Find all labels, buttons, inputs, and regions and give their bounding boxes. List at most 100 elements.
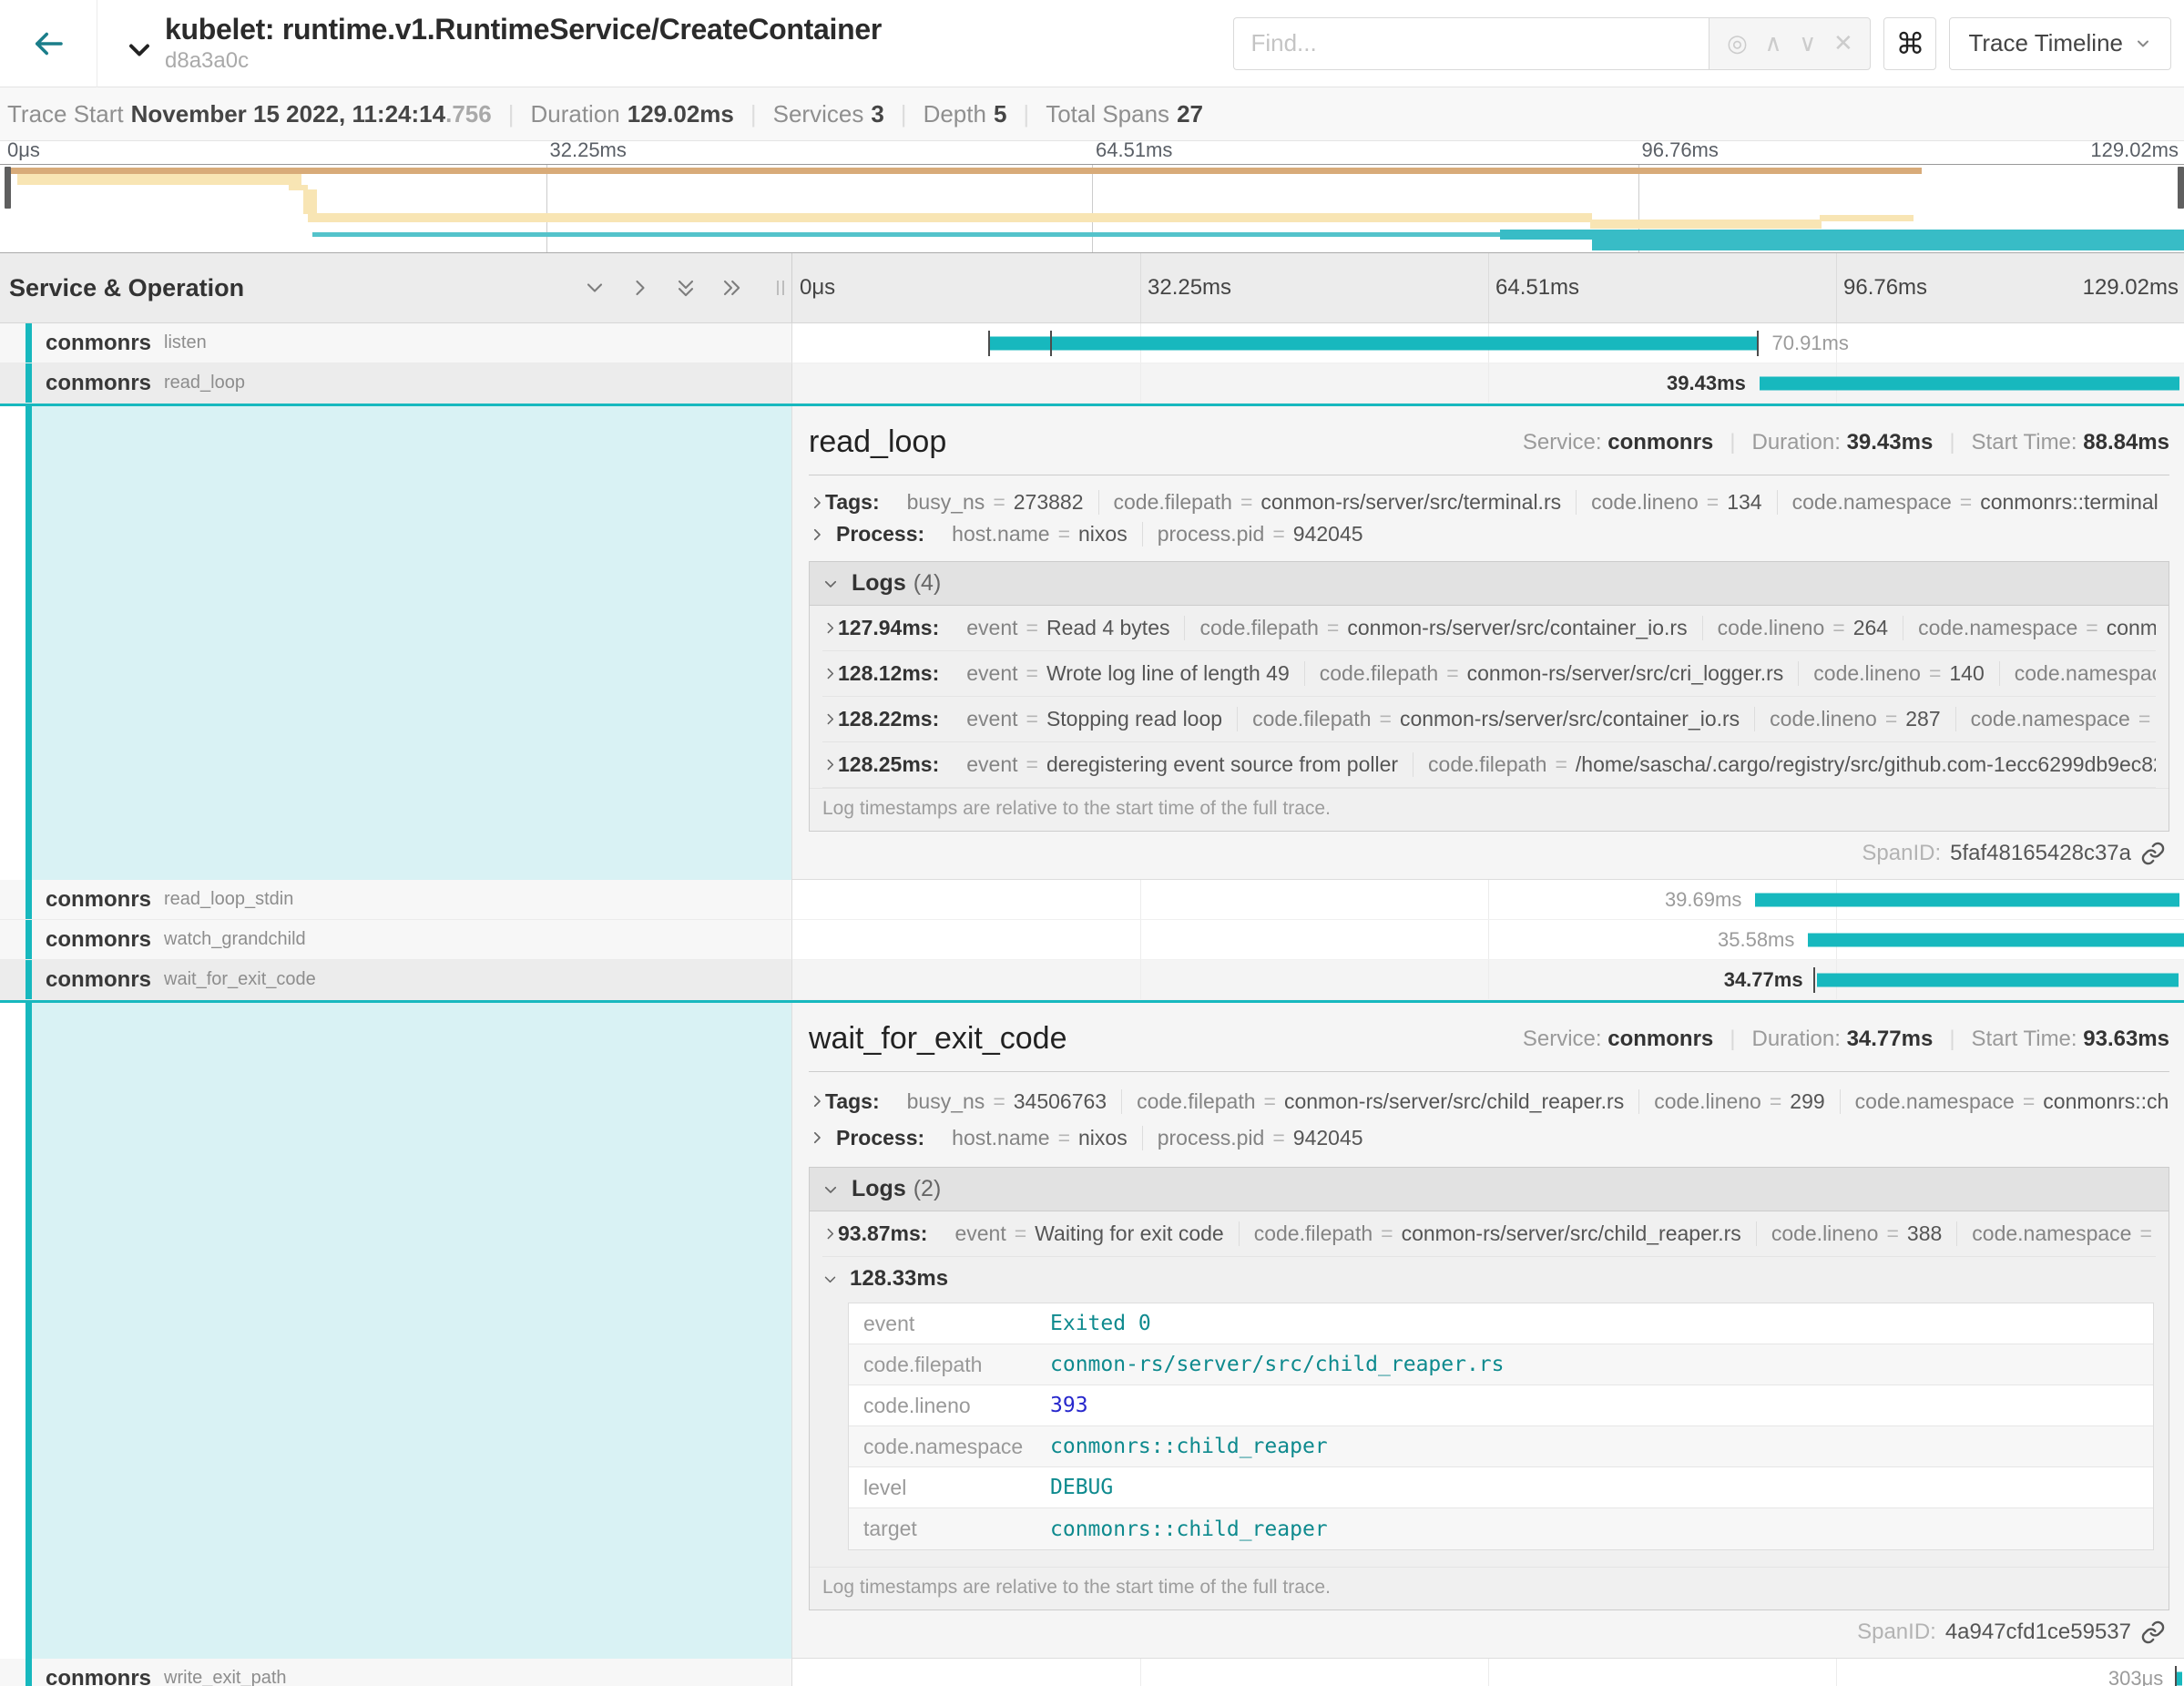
keyboard-shortcuts-button[interactable]: ⌘ [1883, 17, 1936, 70]
service-color-stripe [26, 880, 32, 919]
span-row-timeline: 39.69ms [792, 880, 2184, 920]
span-row-timeline: 70.91ms [792, 323, 2184, 363]
span-row-name: conmonrs write_exit_path [0, 1659, 792, 1686]
span-row-name: conmonrs read_loop [0, 363, 792, 404]
clear-icon[interactable]: ✕ [1833, 29, 1853, 57]
log-entry[interactable]: 128.22ms: eventStopping read loop code.f… [822, 697, 2156, 742]
trace-title: kubelet: runtime.v1.RuntimeService/Creat… [165, 13, 882, 46]
minimap-span-bar [17, 174, 301, 185]
span-row-name: conmonrs wait_for_exit_code [0, 960, 792, 1000]
span-row-name: conmonrs watch_grandchild [0, 920, 792, 960]
locate-icon[interactable]: ◎ [1727, 29, 1748, 57]
span-bar[interactable] [2177, 1671, 2182, 1685]
chevron-down-icon [2134, 35, 2152, 53]
span-detail-read-loop: read_loop Service: conmonrsDuration: 39.… [0, 406, 2184, 880]
axis-tick: 64.51ms [1495, 275, 1579, 301]
log-entry[interactable]: 128.25ms: eventderegistering event sourc… [822, 742, 2156, 788]
view-selector-button[interactable]: Trace Timeline [1949, 17, 2171, 70]
trace-minimap[interactable] [0, 164, 2184, 253]
chevron-right-icon [822, 1226, 838, 1242]
service-color-stripe [26, 363, 32, 403]
logs-note: Log timestamps are relative to the start… [810, 1567, 2169, 1609]
minimap-right-handle[interactable] [2178, 167, 2184, 209]
process-row[interactable]: Process: host.namenixos process.pid94204… [809, 518, 2169, 550]
link-icon[interactable] [2140, 841, 2166, 866]
collapse-one-icon[interactable] [582, 275, 607, 301]
table-row: targetconmonrs::child_reaper [849, 1508, 2153, 1549]
child-span-tick [1050, 331, 1052, 356]
log-entry[interactable]: 127.94ms: eventRead 4 bytes code.filepat… [822, 606, 2156, 651]
service-operation-label: Service & Operation [9, 274, 244, 302]
stat-total-spans: Total Spans27 [1006, 100, 1203, 128]
trace-stats-bar: Trace StartNovember 15 2022, 11:24:14.75… [0, 87, 2184, 141]
span-row-wait-for-exit-code[interactable]: conmonrs wait_for_exit_code 34.77ms [0, 960, 2184, 1003]
trace-id: d8a3a0c [165, 48, 882, 74]
column-resize-handle[interactable] [777, 281, 784, 295]
link-icon[interactable] [2140, 1620, 2166, 1645]
operation-name: read_loop_stdin [164, 889, 293, 910]
operation-name: wait_for_exit_code [164, 969, 316, 990]
chevron-down-icon [822, 1181, 839, 1198]
process-row[interactable]: Process: host.namenixos process.pid94204… [809, 1119, 2169, 1156]
span-row-read-loop-stdin[interactable]: conmonrs read_loop_stdin 39.69ms [0, 880, 2184, 920]
service-color-stripe [26, 1003, 32, 1659]
trace-title-collapse-toggle[interactable] [123, 34, 156, 66]
tags-row[interactable]: Tags: busy_ns273882 code.filepathconmon-… [809, 486, 2169, 518]
span-row-listen[interactable]: conmonrs listen 70.91ms [0, 323, 2184, 363]
span-bar[interactable] [1808, 933, 2184, 946]
span-row-timeline: 35.58ms [792, 920, 2184, 960]
expand-one-icon[interactable] [628, 275, 653, 301]
logs-header[interactable]: Logs (4) [810, 562, 2169, 606]
service-color-stripe [26, 323, 32, 363]
operation-name: watch_grandchild [164, 929, 306, 950]
tags-row[interactable]: Tags: busy_ns34506763 code.filepathconmo… [809, 1083, 2169, 1119]
chevron-down-icon[interactable]: ∨ [1799, 29, 1816, 57]
collapse-all-icon[interactable] [673, 275, 699, 301]
operation-name: read_loop [164, 373, 245, 393]
span-row-write-exit-path[interactable]: conmonrs write_exit_path 303μs [0, 1659, 2184, 1686]
table-row: eventExited 0 [849, 1303, 2153, 1344]
span-duration-label: 35.58ms [1718, 928, 1794, 952]
back-button[interactable] [0, 0, 97, 87]
timeline-header: Service & Operation 0μs 32.25ms 64.51ms … [0, 253, 2184, 323]
span-duration-label: 303μs [2108, 1667, 2163, 1686]
chevron-right-icon [809, 1129, 825, 1146]
span-bar[interactable] [1817, 973, 2179, 986]
logs-note: Log timestamps are relative to the start… [810, 788, 2169, 831]
chevron-right-icon [822, 666, 838, 681]
span-bar[interactable] [1760, 376, 2179, 390]
span-bar[interactable] [988, 336, 1760, 350]
span-bar[interactable] [1755, 893, 2179, 906]
minimap-span-bar [303, 189, 316, 214]
span-row-timeline: 303μs [792, 1659, 2184, 1686]
axis-tick: 96.76ms [1843, 275, 1927, 301]
find-input[interactable] [1233, 17, 1709, 70]
span-detail-meta: Service: conmonrsDuration: 39.43msStart … [1523, 430, 2169, 455]
expand-all-icon[interactable] [719, 275, 744, 301]
span-detail-meta: Service: conmonrsDuration: 34.77msStart … [1523, 1027, 2169, 1052]
minimap-span-bar [1592, 239, 2184, 250]
service-color-stripe [26, 920, 32, 959]
minimap-left-handle[interactable] [5, 167, 11, 209]
child-span-tick [988, 331, 990, 356]
axis-tick: 0μs [7, 138, 40, 162]
log-entry[interactable]: 93.87ms: eventWaiting for exit code code… [822, 1211, 2156, 1257]
chevron-up-icon[interactable]: ∧ [1765, 29, 1782, 57]
child-span-tick [1813, 967, 1815, 993]
axis-tick: 0μs [800, 275, 835, 301]
stat-trace-start: Trace StartNovember 15 2022, 11:24:14.75… [7, 100, 492, 128]
span-row-read-loop[interactable]: conmonrs read_loop 39.43ms [0, 363, 2184, 406]
span-row-watch-grandchild[interactable]: conmonrs watch_grandchild 35.58ms [0, 920, 2184, 960]
span-detail-panel: read_loop Service: conmonrsDuration: 39.… [792, 406, 2184, 880]
axis-tick: 129.02ms [2090, 138, 2179, 162]
logs-header[interactable]: Logs (2) [810, 1168, 2169, 1211]
logs-section: Logs (2) 93.87ms: eventWaiting for exit … [809, 1167, 2169, 1610]
log-entry[interactable]: 128.12ms: eventWrote log line of length … [822, 651, 2156, 697]
expanded-log-entry: 128.33ms eventExited 0 code.filepathconm… [822, 1257, 2156, 1567]
expanded-log-header[interactable]: 128.33ms [822, 1266, 2156, 1292]
service-operation-header: Service & Operation [0, 253, 792, 322]
axis-tick: 32.25ms [550, 138, 627, 162]
chevron-down-icon [822, 576, 839, 592]
span-detail-gutter [0, 1003, 792, 1659]
minimap-span-bar [312, 232, 1501, 237]
